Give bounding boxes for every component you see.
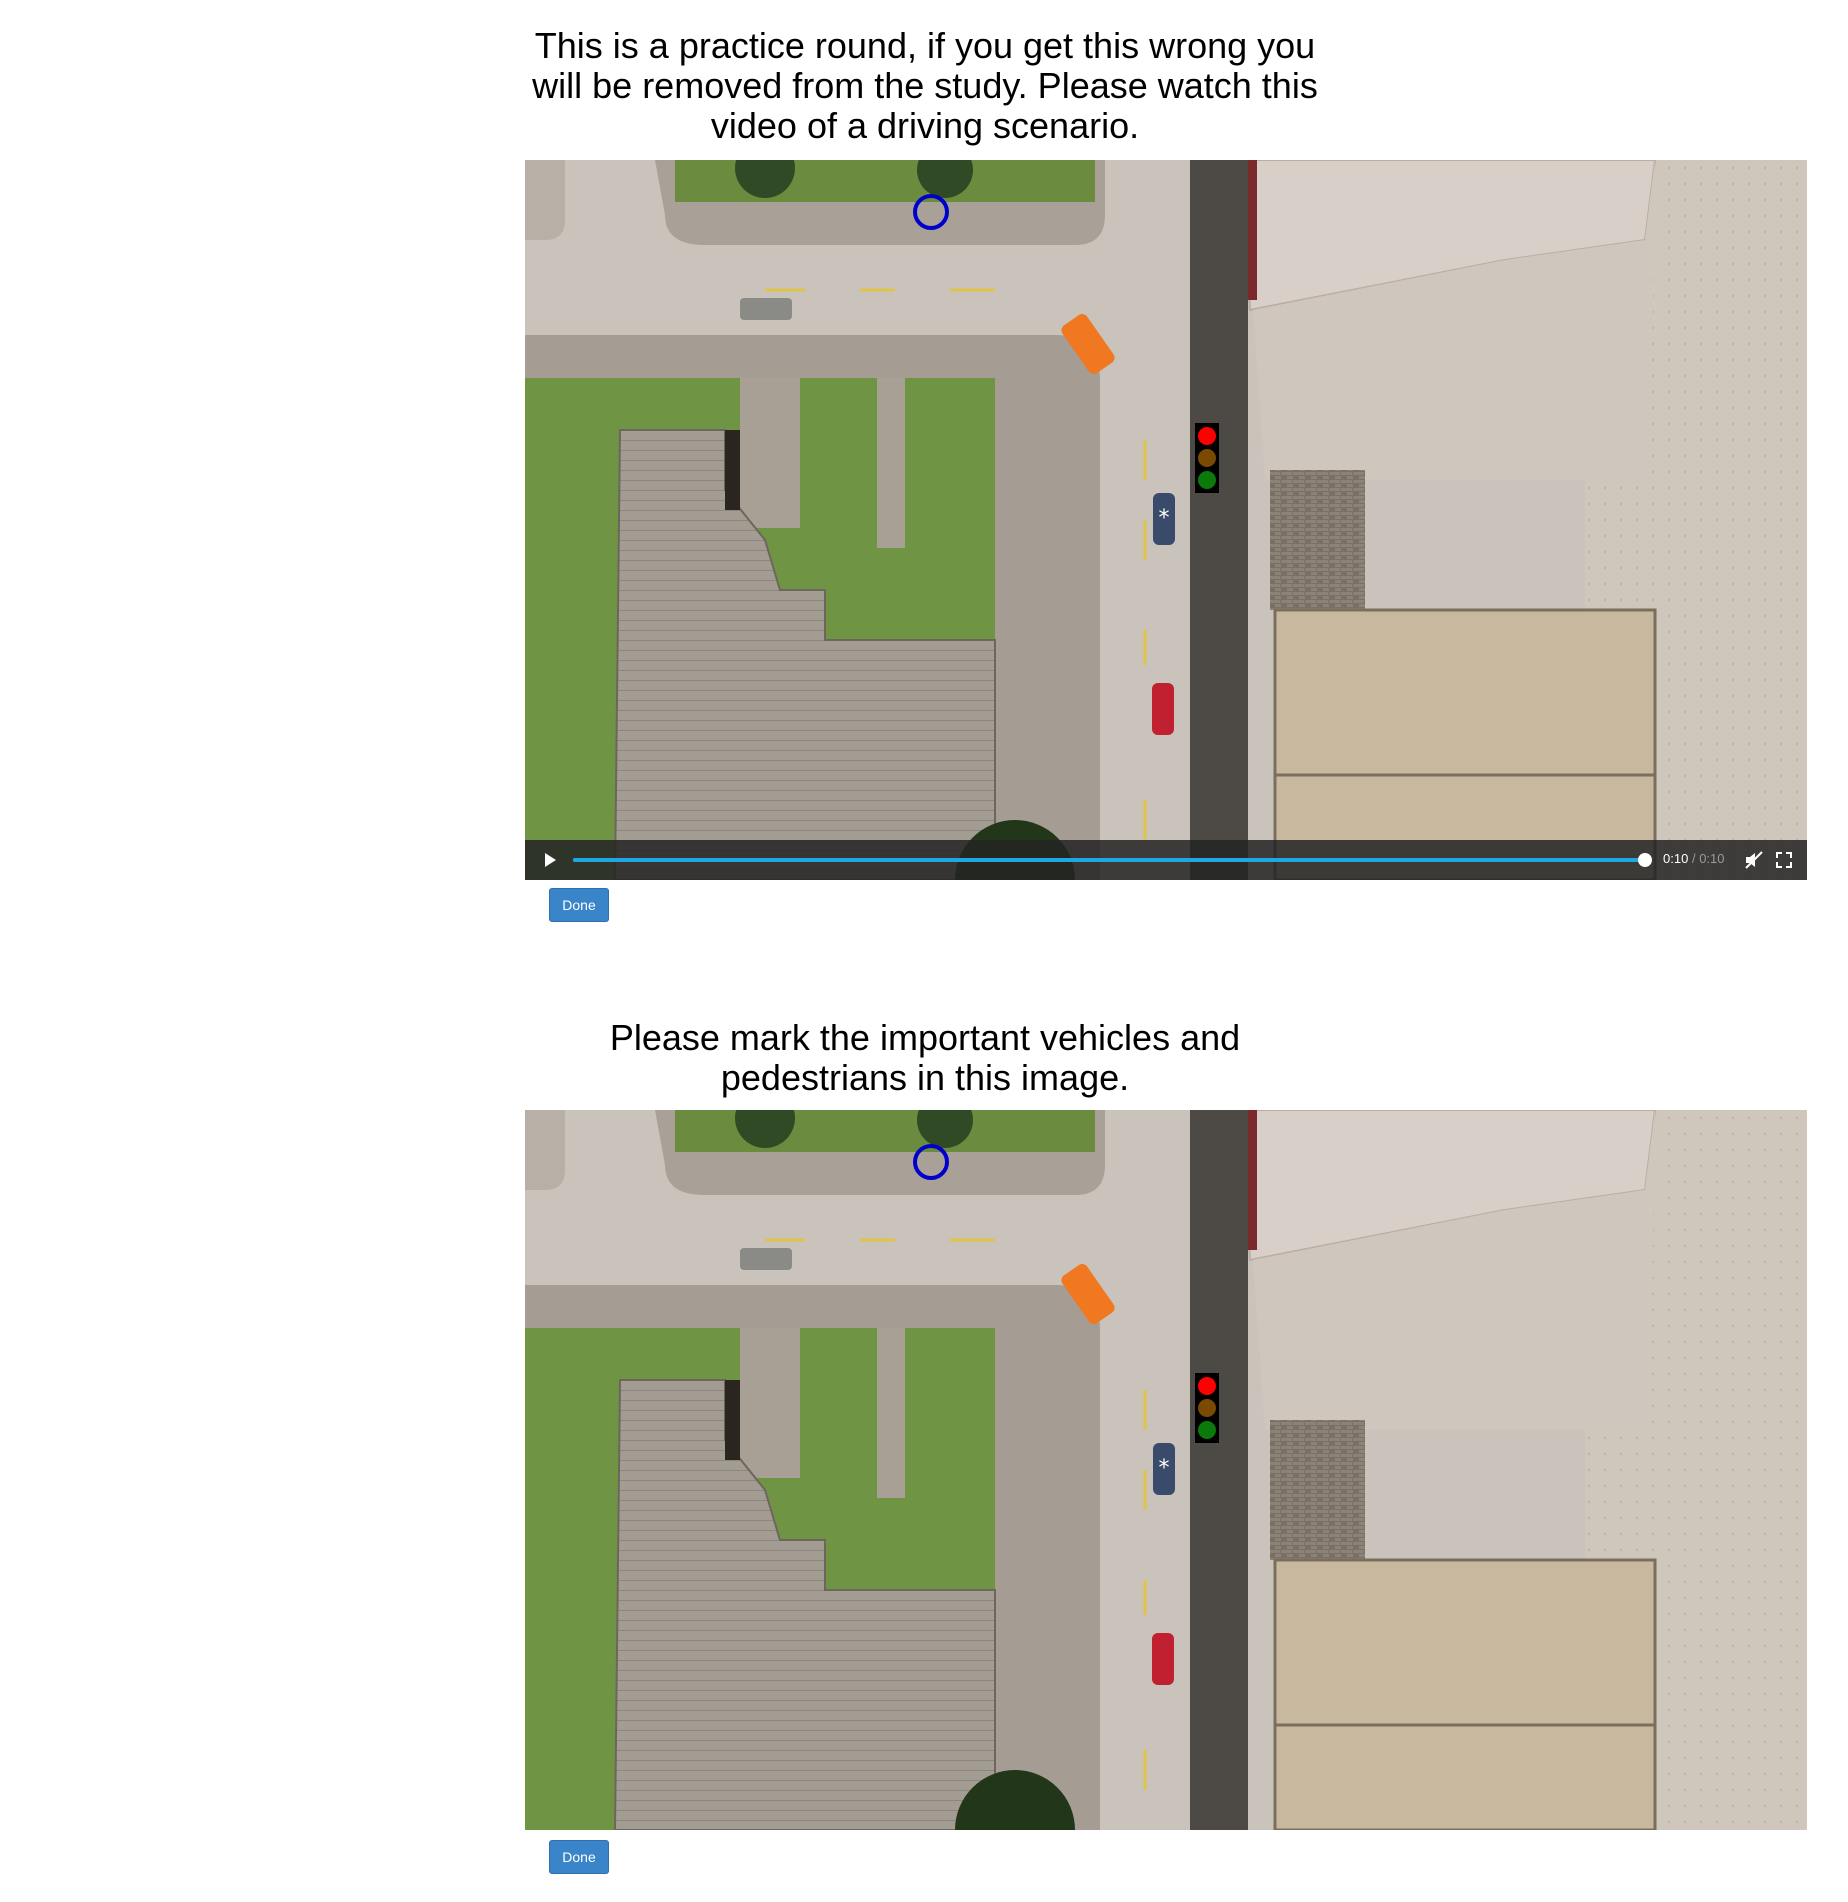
annotation-image[interactable]: * xyxy=(525,1110,1807,1830)
progress-bar[interactable] xyxy=(573,853,1652,867)
driving-scene-frame: * xyxy=(525,160,1807,880)
time-display: 0:10 / 0:10 xyxy=(1663,851,1725,866)
video-controls: 0:10 / 0:10 xyxy=(525,840,1807,880)
fullscreen-icon[interactable] xyxy=(1773,849,1795,871)
driving-scene-image: * xyxy=(525,1110,1807,1830)
annotation-instructions: Please mark the important vehicles and p… xyxy=(609,1017,1241,1098)
parked-van xyxy=(740,298,792,320)
red-car xyxy=(1152,683,1174,735)
progress-fill xyxy=(573,858,1645,862)
red-car[interactable] xyxy=(1152,1633,1174,1685)
ego-marker: * xyxy=(1159,506,1170,531)
ego-marker: * xyxy=(1159,1456,1170,1481)
play-icon[interactable] xyxy=(537,848,561,872)
current-time: 0:10 xyxy=(1663,851,1689,866)
driving-video[interactable]: * 0:10 / 0:10 xyxy=(525,160,1807,880)
mute-icon[interactable] xyxy=(1743,849,1765,871)
duration: 0:10 xyxy=(1699,851,1725,866)
done-button-annotate[interactable]: Done xyxy=(549,1840,609,1874)
practice-instructions: This is a practice round, if you get thi… xyxy=(532,25,1318,146)
parked-van[interactable] xyxy=(740,1248,792,1270)
progress-knob[interactable] xyxy=(1638,853,1652,867)
done-button-practice[interactable]: Done xyxy=(549,888,609,922)
time-separator: / xyxy=(1691,851,1696,866)
